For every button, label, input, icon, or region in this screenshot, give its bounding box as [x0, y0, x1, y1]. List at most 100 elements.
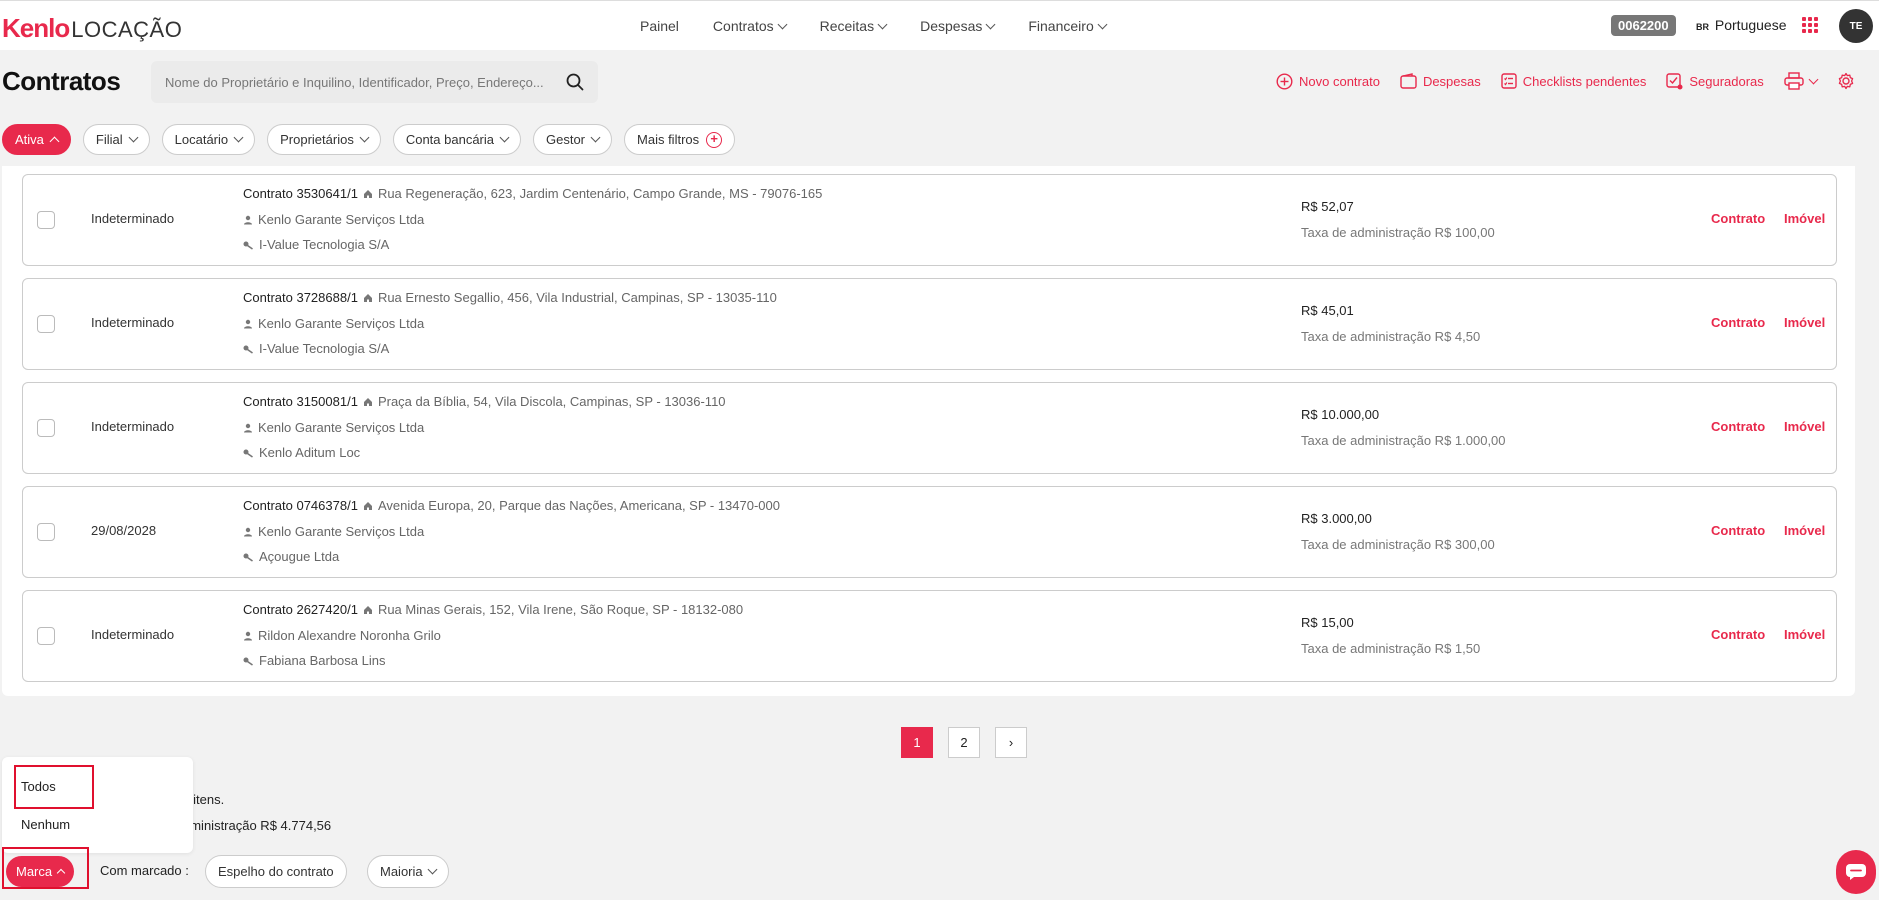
tenant-line: Kenlo Garante Serviços Ltda [243, 524, 424, 539]
chevron-down-icon [1097, 19, 1108, 29]
insurers-label: Seguradoras [1689, 73, 1764, 89]
plus-circle-icon: + [706, 131, 723, 148]
tenant-name: Rildon Alexandre Noronha Grilo [258, 628, 441, 643]
mark-option-todos[interactable]: Todos [21, 779, 56, 794]
contract-line: Contrato 2627420/1 Rua Minas Gerais, 152,… [243, 602, 743, 617]
property-link[interactable]: Imóvel [1784, 523, 1825, 538]
contract-amount: R$ 10.000,00 [1301, 407, 1380, 422]
contract-line: Contrato 3150081/1 Praça da Bíblia, 54, V… [243, 394, 726, 409]
house-icon [363, 293, 372, 302]
contract-card[interactable]: Indeterminado Contrato 2627420/1 Rua Minas… [22, 590, 1837, 682]
insurers-button[interactable]: Seguradoras [1666, 72, 1764, 90]
mark-dropdown-menu: Todos Nenhum [2, 757, 193, 853]
contract-card[interactable]: 29/08/2028 Contrato 0746378/1 Avenida Euro… [22, 486, 1837, 578]
search-input[interactable] [165, 61, 555, 103]
chevron-down-icon [359, 132, 370, 143]
nav-painel[interactable]: Painel [640, 18, 679, 34]
checklist-icon [1501, 73, 1517, 89]
contract-link[interactable]: Contrato [1711, 315, 1765, 330]
contract-address: Avenida Europa, 20, Parque das Nações, A… [377, 498, 780, 513]
property-link[interactable]: Imóvel [1784, 627, 1825, 642]
nav-contratos[interactable]: Contratos [712, 18, 788, 34]
contract-id: Contrato 3150081/1 [243, 394, 358, 409]
select-checkbox[interactable] [37, 315, 55, 333]
contract-mirror-button[interactable]: Espelho do contrato [205, 855, 347, 888]
contract-link[interactable]: Contrato [1711, 627, 1765, 642]
chevron-up-icon [56, 868, 66, 878]
filter-gestor[interactable]: Gestor [533, 124, 613, 155]
house-icon [363, 397, 372, 406]
admin-fee: Taxa de administração R$ 300,00 [1301, 537, 1495, 552]
key-icon [243, 553, 253, 562]
tenant-name: Kenlo Garante Serviços Ltda [258, 212, 425, 227]
contract-line: Contrato 3728688/1 Rua Ernesto Segallio, … [243, 290, 777, 305]
search-icon[interactable] [566, 73, 584, 91]
contract-link[interactable]: Contrato [1711, 211, 1765, 226]
nav-receitas[interactable]: Receitas [819, 18, 888, 34]
chevron-down-icon [499, 132, 510, 143]
gear-icon[interactable] [1837, 72, 1855, 90]
nav-label: Receitas [819, 18, 875, 34]
more-filters-button[interactable]: Mais filtros + [624, 124, 736, 155]
select-checkbox[interactable] [37, 419, 55, 437]
chevron-down-icon [777, 19, 788, 29]
mark-label: Marca [16, 864, 53, 879]
owner-line: I-Value Tecnologia S/A [243, 341, 389, 356]
filter-ativa[interactable]: Ativa [2, 124, 71, 155]
property-link[interactable]: Imóvel [1784, 419, 1825, 434]
admin-fee: Taxa de administração R$ 100,00 [1301, 225, 1495, 240]
language-selector[interactable]: BR Portuguese [1696, 17, 1787, 33]
contract-card[interactable]: Indeterminado Contrato 3530641/1 Rua Regen… [22, 174, 1837, 266]
new-contract-button[interactable]: Novo contrato [1276, 72, 1380, 90]
mark-button[interactable]: Marca [6, 856, 75, 887]
select-checkbox[interactable] [37, 627, 55, 645]
chevron-down-icon [985, 19, 996, 29]
contracts-list: Indeterminado Contrato 3530641/1 Rua Regen… [2, 166, 1855, 696]
filter-locatario[interactable]: Locatário [161, 124, 256, 155]
contract-link[interactable]: Contrato [1711, 523, 1765, 538]
property-link[interactable]: Imóvel [1784, 315, 1825, 330]
page-button-2[interactable]: 2 [948, 727, 980, 758]
kenlo-logo[interactable]: Kenlo LOCAÇÃO [2, 13, 182, 44]
top-navbar: Kenlo LOCAÇÃO Painel Contratos Receitas … [0, 0, 1879, 50]
filter-label: Gestor [546, 132, 586, 147]
page-button-1[interactable]: 1 [901, 727, 933, 758]
chat-button[interactable] [1836, 850, 1876, 894]
select-checkbox[interactable] [37, 523, 55, 541]
contract-end-date: Indeterminado [91, 627, 175, 642]
tenant-name: Kenlo Garante Serviços Ltda [258, 524, 425, 539]
next-page-button[interactable]: › [995, 727, 1027, 758]
contract-end-date: Indeterminado [91, 419, 175, 434]
filter-conta-bancaria[interactable]: Conta bancária [392, 124, 521, 155]
filter-label: Locatário [174, 132, 229, 147]
expenses-button[interactable]: Despesas [1400, 73, 1481, 89]
filter-filial[interactable]: Filial [82, 124, 150, 155]
nav-label: Contratos [712, 18, 774, 34]
tenant-name: Kenlo Garante Serviços Ltda [258, 316, 425, 331]
filter-proprietarios[interactable]: Proprietários [267, 124, 381, 155]
user-avatar[interactable]: TE [1839, 9, 1873, 43]
person-icon [244, 527, 252, 536]
apps-grid-icon[interactable] [1802, 17, 1818, 33]
nav-financeiro[interactable]: Financeiro [1028, 18, 1108, 34]
mark-option-nenhum[interactable]: Nenhum [21, 817, 70, 832]
contract-amount: R$ 52,07 [1301, 199, 1354, 214]
person-icon [244, 319, 252, 328]
nav-despesas[interactable]: Despesas [920, 18, 996, 34]
contract-card[interactable]: Indeterminado Contrato 3150081/1 Praça da … [22, 382, 1837, 474]
expenses-label: Despesas [1422, 73, 1481, 89]
print-menu-button[interactable] [1784, 72, 1819, 90]
majority-button[interactable]: Maioria [367, 855, 449, 888]
contract-card[interactable]: Indeterminado Contrato 3728688/1 Rua Ernes… [22, 278, 1837, 370]
contract-id: Contrato 0746378/1 [243, 498, 358, 513]
property-link[interactable]: Imóvel [1784, 211, 1825, 226]
contract-id: Contrato 3728688/1 [243, 290, 358, 305]
pending-checklists-button[interactable]: Checklists pendentes [1501, 73, 1646, 89]
brazil-flag-icon: BR [1696, 22, 1709, 32]
contract-amount: R$ 15,00 [1301, 615, 1354, 630]
wallet-icon [1400, 73, 1417, 89]
contract-mirror-label: Espelho do contrato [218, 864, 334, 879]
admin-fee: Taxa de administração R$ 1,50 [1301, 641, 1481, 656]
contract-link[interactable]: Contrato [1711, 419, 1765, 434]
select-checkbox[interactable] [37, 211, 55, 229]
